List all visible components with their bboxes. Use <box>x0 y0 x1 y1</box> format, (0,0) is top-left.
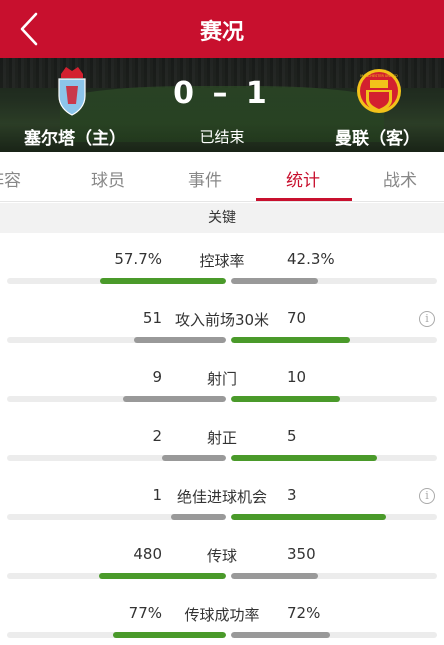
stat-name: 射正 <box>206 429 237 447</box>
away-stat-bar-track <box>231 573 437 579</box>
stat-row: 57.7% 控球率 42.3% <box>0 233 444 292</box>
tab-lineup[interactable]: 阵容 <box>0 166 21 191</box>
stat-row: 77% 传球成功率 72% <box>0 587 444 645</box>
away-stat-bar-track <box>231 337 437 343</box>
away-stat-value: 5 <box>287 427 297 445</box>
away-stat-bar-track <box>231 632 437 638</box>
home-stat-bar <box>113 632 226 638</box>
home-stat-bar-track <box>7 337 226 343</box>
home-stat-bar <box>134 337 226 343</box>
tab-stats[interactable]: 统计 <box>286 166 320 191</box>
away-stat-value: 42.3% <box>287 250 335 268</box>
home-stat-bar-track <box>7 573 226 579</box>
away-stat-bar <box>231 632 330 638</box>
away-stat-value: 70 <box>287 309 307 327</box>
stat-name: 攻入前场30米 <box>174 311 270 329</box>
tab-tactics[interactable]: 战术 <box>383 166 417 191</box>
home-stat-bar <box>171 514 226 520</box>
home-stat-bar <box>100 278 226 284</box>
section-header-key: 关键 <box>0 203 444 233</box>
away-stat-bar <box>231 337 350 343</box>
home-stat-bar <box>162 455 226 461</box>
away-stat-bar-track <box>231 455 437 461</box>
stat-row: 9 射门 10 <box>0 351 444 410</box>
stat-name: 传球成功率 <box>184 606 260 624</box>
match-header: 0 – 1 MANCHESTER UNITED 塞尔塔（主） 已结束 曼联（客） <box>0 58 444 152</box>
away-stat-bar <box>231 514 386 520</box>
home-stat-bar-track <box>7 278 226 284</box>
tab-players[interactable]: 球员 <box>91 166 125 191</box>
stat-name: 控球率 <box>199 252 245 270</box>
away-stat-value: 10 <box>287 368 307 386</box>
away-stat-value: 350 <box>287 545 316 563</box>
away-stat-bar-track <box>231 514 437 520</box>
away-stat-value: 72% <box>287 604 321 622</box>
stat-name: 绝佳进球机会 <box>176 488 267 506</box>
home-stat-bar-track <box>7 514 226 520</box>
stat-name: 射门 <box>206 370 237 388</box>
away-stat-bar <box>231 396 340 402</box>
home-stat-bar <box>123 396 226 402</box>
info-icon[interactable]: i <box>419 311 435 327</box>
away-stat-bar-track <box>231 396 437 402</box>
tab-bar: 阵容 球员 事件 统计 战术 <box>0 152 444 202</box>
stat-row: 2 射正 5 <box>0 410 444 469</box>
away-stat-bar <box>231 573 318 579</box>
stat-name: 传球 <box>206 547 237 565</box>
home-stat-bar-track <box>7 455 226 461</box>
svg-text:MANCHESTER UNITED: MANCHESTER UNITED <box>360 74 398 78</box>
stat-row: 480 传球 350 <box>0 528 444 587</box>
page-title: 赛况 <box>199 20 244 45</box>
home-stat-bar <box>99 573 226 579</box>
home-stat-bar-track <box>7 632 226 638</box>
manchester-united-crest-icon[interactable]: MANCHESTER UNITED <box>356 66 402 116</box>
away-stat-bar <box>231 455 377 461</box>
away-stat-value: 3 <box>287 486 297 504</box>
tab-events[interactable]: 事件 <box>188 166 222 191</box>
away-stat-bar-track <box>231 278 437 284</box>
stat-row: 51 攻入前场30米 70 i <box>0 292 444 351</box>
home-stat-bar-track <box>7 396 226 402</box>
away-team-name[interactable]: 曼联（客） <box>335 124 420 149</box>
stat-row: 1 绝佳进球机会 3 i <box>0 469 444 528</box>
top-bar: 赛况 <box>0 0 444 58</box>
away-stat-bar <box>231 278 318 284</box>
active-tab-indicator <box>256 198 352 201</box>
info-icon[interactable]: i <box>419 488 435 504</box>
